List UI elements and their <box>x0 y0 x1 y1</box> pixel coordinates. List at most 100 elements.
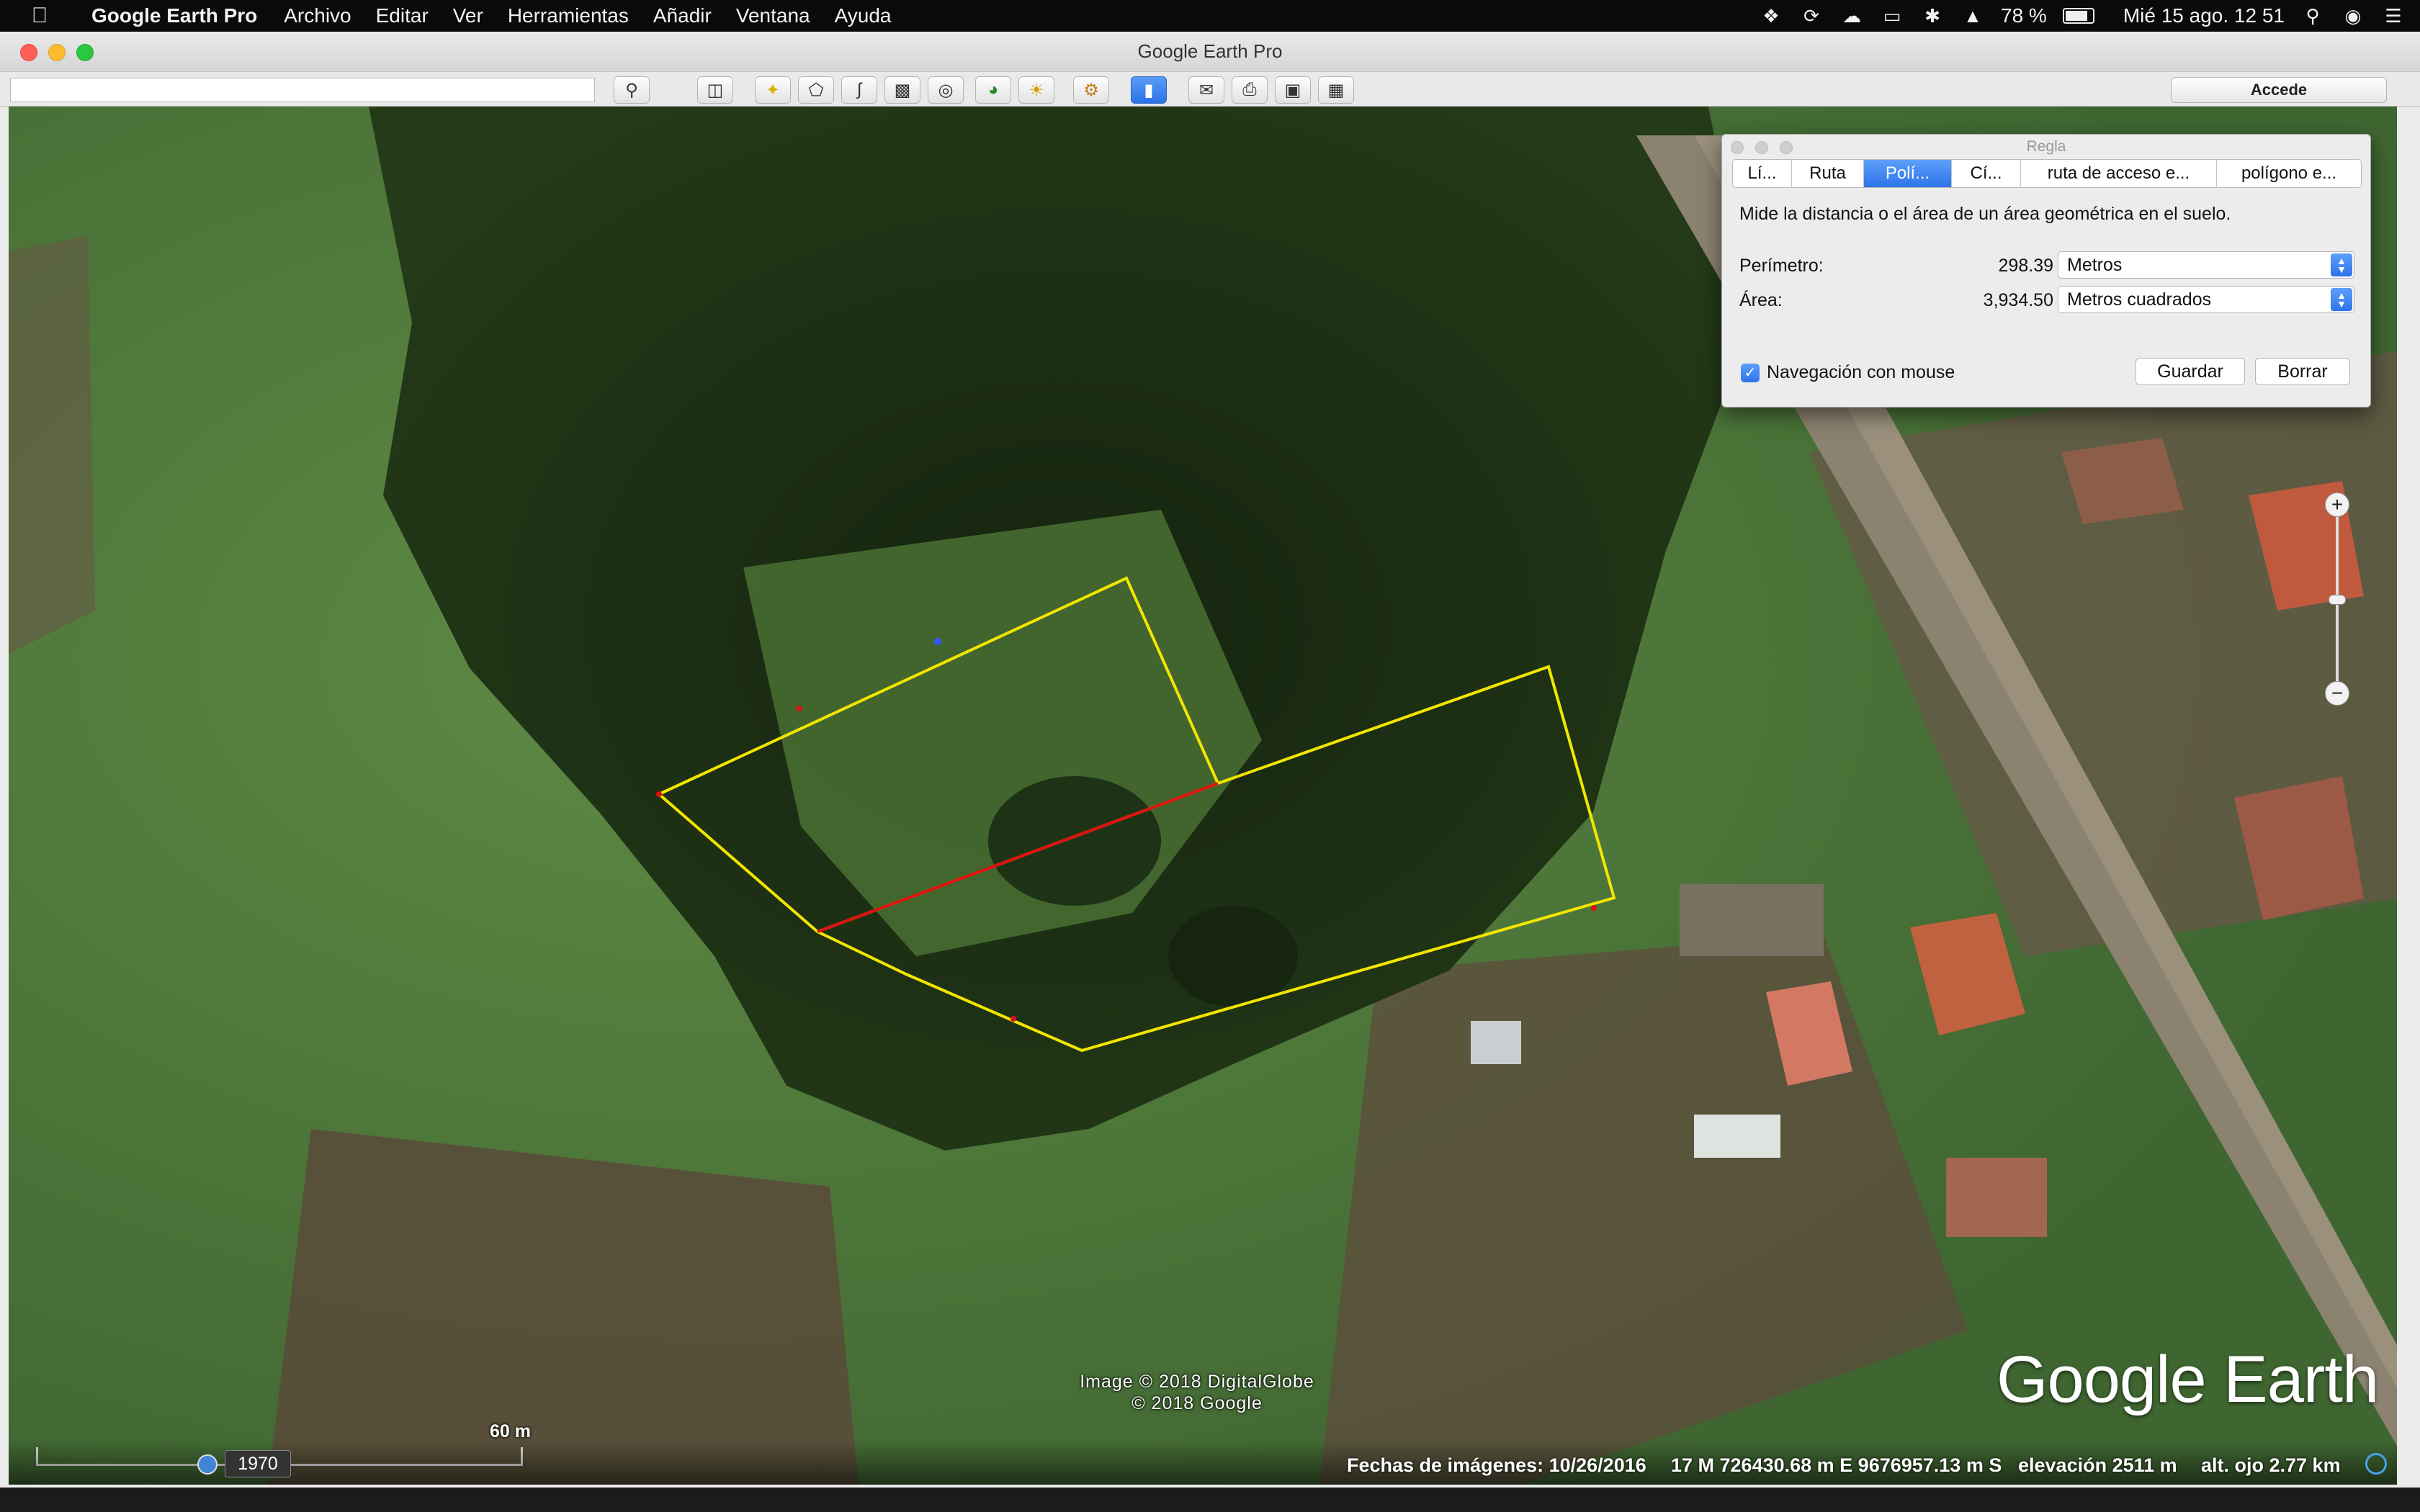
menu-editar[interactable]: Editar <box>364 4 441 27</box>
tab-path[interactable]: Ruta <box>1792 160 1864 187</box>
polygon-vertex[interactable] <box>934 638 941 645</box>
bluetooth-icon[interactable]: ✱ <box>1920 5 1945 27</box>
menu-bar:  Google Earth Pro Archivo Editar Ver He… <box>0 0 2420 32</box>
print-button[interactable]: ⎙ <box>1232 76 1268 104</box>
dock-strip <box>0 1488 2420 1512</box>
menu-anadir[interactable]: Añadir <box>641 4 724 27</box>
area-value: 3,934.50 <box>1983 290 2053 310</box>
ruler-dialog: Regla Lí... Ruta Polí... Cí... ruta de a… <box>1721 134 2371 408</box>
minus-icon: − <box>2331 682 2344 704</box>
minimize-window-button[interactable] <box>48 44 66 61</box>
google-earth-logo: Google Earth <box>1996 1343 2379 1416</box>
polygon-vertex[interactable] <box>1010 1016 1016 1022</box>
image-overlay-icon: ▩ <box>894 80 911 100</box>
clear-button[interactable]: Borrar <box>2255 358 2350 385</box>
imagery-credit-line1: Image © 2018 DigitalGlobe <box>1080 1372 1314 1392</box>
ruler-description: Mide la distancia o el área de un área g… <box>1739 204 2231 224</box>
sidebar-toggle-button[interactable]: ◫ <box>697 76 733 104</box>
menu-herramientas[interactable]: Herramientas <box>496 4 641 27</box>
tab-line[interactable]: Lí... <box>1733 160 1792 187</box>
plus-icon: + <box>2331 493 2344 516</box>
menu-app-name[interactable]: Google Earth Pro <box>79 4 272 27</box>
close-window-button[interactable] <box>20 44 37 61</box>
ruler-button[interactable]: ▮ <box>1131 76 1167 104</box>
area-unit-select[interactable]: Metros cuadrados ▲ ▼ <box>2058 286 2354 313</box>
year-badge[interactable]: 1970 <box>225 1450 291 1477</box>
historical-imagery-icon[interactable] <box>197 1454 218 1475</box>
menu-archivo[interactable]: Archivo <box>272 4 363 27</box>
polygon-vertex[interactable] <box>1591 905 1597 911</box>
coordinates-readout: 17 M 726430.68 m E 9676957.13 m S <box>1671 1454 2002 1476</box>
menu-ventana[interactable]: Ventana <box>724 4 823 27</box>
tab-3d-path[interactable]: ruta de acceso e... <box>2021 160 2217 187</box>
clock-globe-icon: ◕ <box>987 80 999 99</box>
add-polygon-button[interactable]: ⬠ <box>798 76 834 104</box>
record-tour-icon: ◎ <box>938 80 954 100</box>
zoom-out-button[interactable]: − <box>2325 681 2349 706</box>
ruler-minimize-button[interactable] <box>1755 141 1768 154</box>
toolbar: ⚲ ◫ ✦ ⬠ ∫ ▩ ◎ ◕ ☀ ⚙ ▮ ✉ ⎙ ▣ ▦ Accede <box>0 72 2420 107</box>
apple-menu-icon[interactable]:  <box>0 4 79 28</box>
select-arrows-icon: ▲ ▼ <box>2331 253 2352 276</box>
ruler-close-button[interactable] <box>1731 141 1744 154</box>
menu-ayuda[interactable]: Ayuda <box>823 4 904 27</box>
mouse-navigation-label: Navegación con mouse <box>1767 362 1955 382</box>
ruler-zoom-button[interactable] <box>1780 141 1793 154</box>
search-input[interactable] <box>10 78 595 102</box>
ruler-title: Regla <box>2026 138 2066 155</box>
dropbox-icon[interactable]: ❖ <box>1759 5 1783 27</box>
area-unit-value: Metros cuadrados <box>2067 289 2212 310</box>
streaming-progress-icon <box>2365 1453 2387 1475</box>
sunlight-button[interactable]: ☀ <box>1018 76 1054 104</box>
google-earth-window: Google Earth Pro ⚲ ◫ ✦ ⬠ ∫ ▩ ◎ ◕ ☀ ⚙ ▮ ✉… <box>0 32 2420 1512</box>
imagery-date: Fechas de imágenes: 10/26/2016 <box>1347 1454 1646 1476</box>
email-icon: ✉ <box>1198 80 1214 100</box>
mouse-navigation-option[interactable]: ✓ Navegación con mouse <box>1741 362 1955 383</box>
path-icon: ∫ <box>856 80 862 99</box>
ruler-icon: ▮ <box>1144 80 1154 100</box>
polygon-vertex[interactable] <box>656 791 662 797</box>
add-path-button[interactable]: ∫ <box>841 76 877 104</box>
spotlight-search-icon[interactable]: ⚲ <box>2300 5 2325 27</box>
polygon-vertex[interactable] <box>797 706 802 711</box>
zoom-handle[interactable] <box>2329 595 2346 605</box>
save-button[interactable]: Guardar <box>2136 358 2245 385</box>
add-placemark-button[interactable]: ✦ <box>755 76 791 104</box>
wifi-icon[interactable]: ▲ <box>1960 5 1985 27</box>
siri-icon[interactable]: ◉ <box>2341 5 2365 27</box>
window-titlebar: Google Earth Pro <box>0 32 2420 72</box>
zoom-slider[interactable]: + − <box>2325 492 2349 716</box>
battery-icon[interactable] <box>2062 8 2094 24</box>
save-image-icon: ▣ <box>1284 80 1301 100</box>
ruler-tabs: Lí... Ruta Polí... Cí... ruta de acceso … <box>1732 159 2362 188</box>
notification-center-icon[interactable]: ☰ <box>2381 5 2406 27</box>
map-icon: ▦ <box>1327 80 1345 100</box>
email-button[interactable]: ✉ <box>1188 76 1224 104</box>
planets-button[interactable]: ⚙ <box>1073 76 1109 104</box>
login-button[interactable]: Accede <box>2171 77 2387 103</box>
display-icon[interactable]: ▭ <box>1880 5 1904 27</box>
clock[interactable]: Mié 15 ago. 12 51 <box>2110 4 2285 27</box>
eye-altitude-readout: alt. ojo 2.77 km <box>2201 1454 2341 1476</box>
sun-icon: ☀ <box>1028 80 1044 100</box>
planet-icon: ⚙ <box>1083 80 1099 100</box>
tab-circle[interactable]: Cí... <box>1952 160 2021 187</box>
add-image-overlay-button[interactable]: ▩ <box>884 76 920 104</box>
mouse-navigation-checkbox[interactable]: ✓ <box>1741 363 1760 382</box>
record-tour-button[interactable]: ◎ <box>928 76 964 104</box>
select-arrows-icon: ▲ ▼ <box>2331 288 2352 311</box>
save-image-button[interactable]: ▣ <box>1275 76 1311 104</box>
battery-percent: 78 % <box>2001 4 2047 27</box>
cloud-icon[interactable]: ☁ <box>1839 5 1864 27</box>
historical-imagery-button[interactable]: ◕ <box>975 76 1011 104</box>
sync-icon[interactable]: ⟳ <box>1799 5 1824 27</box>
maximize-window-button[interactable] <box>76 44 94 61</box>
tab-polygon[interactable]: Polí... <box>1864 160 1952 187</box>
tab-3d-polygon[interactable]: polígono e... <box>2217 160 2361 187</box>
print-icon: ⎙ <box>1242 80 1257 99</box>
menu-ver[interactable]: Ver <box>441 4 496 27</box>
perimeter-unit-select[interactable]: Metros ▲ ▼ <box>2058 251 2354 279</box>
zoom-in-button[interactable]: + <box>2325 492 2349 517</box>
search-button[interactable]: ⚲ <box>614 76 650 104</box>
view-in-maps-button[interactable]: ▦ <box>1318 76 1354 104</box>
